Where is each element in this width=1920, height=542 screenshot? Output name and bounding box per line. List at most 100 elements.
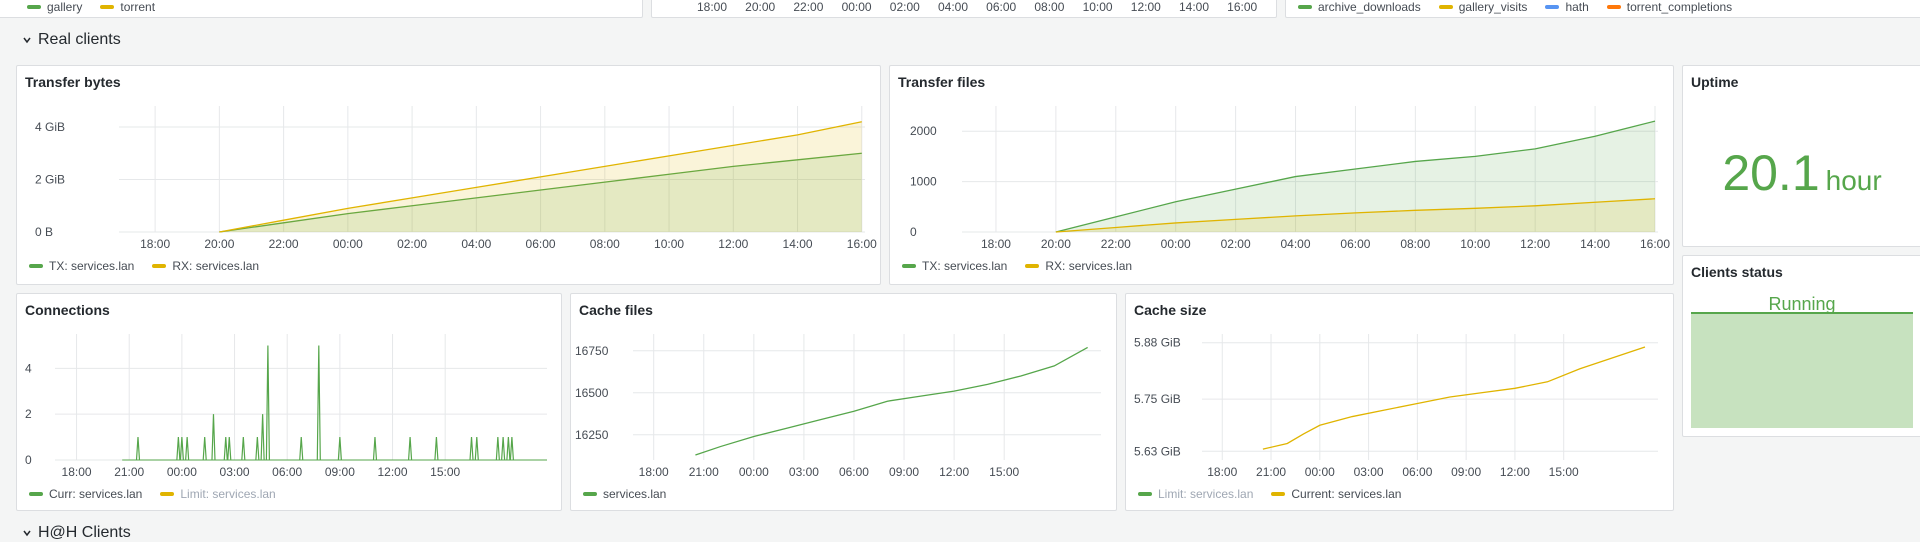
legend-swatch [27, 5, 41, 9]
x-tick-label: 20:00 [745, 0, 775, 14]
x-tick-label: 15:00 [989, 465, 1019, 479]
top-mid-panel-partial: 18:00 20:00 22:00 00:00 02:00 04:00 06:00 08:00… [651, 0, 1277, 18]
legend-item[interactable]: RX: services.lan [1025, 259, 1132, 273]
x-tick-label: 18:00 [639, 465, 669, 479]
x-tick-label: 06:00 [839, 465, 869, 479]
x-tick-label: 15:00 [430, 465, 460, 479]
legend-item[interactable]: TX: services.lan [29, 259, 134, 273]
status-fill [1691, 312, 1913, 428]
x-tick-label: 12:00 [718, 237, 748, 251]
legend-swatch [1438, 5, 1453, 9]
top-mid-x-axis: 18:00 20:00 22:00 00:00 02:00 04:00 06:00 08:00… [697, 0, 1258, 14]
x-tick-label: 03:00 [789, 465, 819, 479]
legend-swatch [1138, 492, 1152, 496]
legend-item[interactable]: RX: services.lan [152, 259, 259, 273]
panel-cache-files[interactable]: Cache files 18:00 21:00 00:00 03:00 06:00 09:… [570, 293, 1117, 511]
x-tick-label: 14:00 [1179, 0, 1209, 14]
x-tick-label: 06:00 [1402, 465, 1432, 479]
uptime-unit: hour [1825, 165, 1882, 196]
x-tick-label: 02:00 [1221, 237, 1251, 251]
y-tick-label: 2 [25, 407, 32, 421]
legend-swatch [1298, 5, 1312, 9]
legend-label: Limit: services.lan [180, 487, 276, 501]
transfer-bytes-legend[interactable]: TX: services.lan RX: services.lan [29, 259, 259, 273]
panel-title: Uptime [1691, 74, 1739, 90]
legend-item[interactable]: services.lan [583, 487, 666, 501]
x-tick-label: 22:00 [1101, 237, 1131, 251]
x-tick-label: 22:00 [793, 0, 823, 14]
legend-label: Current: services.lan [1291, 487, 1402, 501]
legend-swatch [29, 492, 43, 496]
panel-transfer-files[interactable]: Transfer files 18:00 20:00 22:00 00:00 02:00… [889, 65, 1674, 285]
legend-label: services.lan [603, 487, 667, 501]
spike [227, 437, 232, 461]
transfer-files-legend[interactable]: TX: services.lan RX: services.lan [902, 259, 1132, 273]
legend-label: Curr: services.lan [49, 487, 143, 501]
legend-label: RX: services.lan [1045, 259, 1133, 273]
x-tick-label: 06:00 [986, 0, 1016, 14]
x-tick-label: 00:00 [333, 237, 363, 251]
top-right-panel-partial: archive_downloads gallery_visits hath torre… [1285, 0, 1920, 18]
chevron-down-icon [23, 530, 31, 537]
x-tick-label: 06:00 [1340, 237, 1370, 251]
x-tick-label: 20:00 [204, 237, 234, 251]
row-title-real-clients[interactable]: Real clients [22, 31, 121, 49]
spike [372, 437, 378, 461]
x-tick-label: 06:00 [272, 465, 302, 479]
panel-connections[interactable]: Connections 18:00 21:00 00:00 03:00 06:00 09:… [16, 293, 562, 511]
legend-item[interactable]: Limit: services.lan [160, 487, 276, 501]
legend-item[interactable]: Limit: services.lan [1138, 487, 1253, 501]
x-tick-label: 18:00 [697, 0, 727, 14]
legend-item[interactable]: torrent [100, 0, 155, 14]
spike [260, 414, 265, 461]
x-tick-label: 10:00 [1083, 0, 1113, 14]
legend-label: TX: services.lan [49, 259, 135, 273]
panel-uptime[interactable]: Uptime 20.1 hour [1682, 65, 1920, 247]
panel-clients-status[interactable]: Clients status Running [1682, 255, 1920, 437]
x-tick-label: 18:00 [62, 465, 92, 479]
connections-chart: 18:00 21:00 00:00 03:00 06:00 09:00 12:00 15:00… [25, 334, 547, 479]
x-tick-label: 02:00 [397, 237, 427, 251]
x-tick-label: 10:00 [654, 237, 684, 251]
x-tick-label: 03:00 [1354, 465, 1384, 479]
x-tick-label: 18:00 [140, 237, 170, 251]
spike [469, 437, 474, 461]
y-tick-label: 2000 [910, 124, 937, 138]
legend-item[interactable]: archive_downloads [1298, 0, 1421, 14]
cache-files-legend[interactable]: services.lan [583, 487, 666, 501]
cache-size-chart: 18:00 21:00 00:00 03:00 06:00 09:00 12:00 15:00… [1134, 334, 1658, 479]
legend-swatch [1025, 264, 1040, 268]
x-tick-label: 10:00 [1460, 237, 1490, 251]
x-tick-label: 18:00 [1207, 465, 1237, 479]
legend-item[interactable]: TX: services.lan [902, 259, 1007, 273]
y-tick-label: 2 GiB [35, 173, 65, 187]
spike [202, 437, 207, 461]
panel-title: Cache size [1134, 302, 1207, 318]
panel-title: Transfer bytes [25, 74, 121, 90]
row-title-next[interactable]: H@H Clients [22, 524, 131, 542]
legend-swatch [100, 5, 115, 9]
legend-label: archive_downloads [1318, 0, 1421, 14]
legend-item[interactable]: hath [1545, 0, 1589, 14]
y-tick-label: 4 GiB [35, 120, 65, 134]
legend-label: torrent [120, 0, 156, 14]
spike [185, 437, 190, 461]
legend-item[interactable]: gallery [27, 0, 82, 14]
legend-swatch [1271, 492, 1286, 496]
spike [509, 437, 514, 461]
panel-transfer-bytes[interactable]: Transfer bytes 18:00 20:00 22:00 00:00 02:00… [16, 65, 881, 285]
panel-cache-size[interactable]: Cache size 18:00 21:00 00:00 03:00 06:00 09:0… [1125, 293, 1674, 511]
x-tick-label: 12:00 [1520, 237, 1550, 251]
legend-item[interactable]: torrent_completions [1606, 0, 1732, 14]
legend-item[interactable]: gallery_visits [1438, 0, 1527, 14]
connections-legend[interactable]: Curr: services.lan Limit: services.lan [29, 487, 276, 501]
y-tick-label: 0 [25, 453, 32, 467]
legend-item[interactable]: Current: services.lan [1271, 487, 1401, 501]
spike [299, 437, 304, 461]
cache-size-legend[interactable]: Limit: services.lan Current: services.lan [1138, 487, 1401, 501]
x-tick-label: 12:00 [1131, 0, 1161, 14]
legend-item[interactable]: Curr: services.lan [29, 487, 142, 501]
spike [501, 437, 506, 461]
status-value: Running [1768, 294, 1836, 314]
y-tick-label: 16750 [575, 344, 609, 358]
